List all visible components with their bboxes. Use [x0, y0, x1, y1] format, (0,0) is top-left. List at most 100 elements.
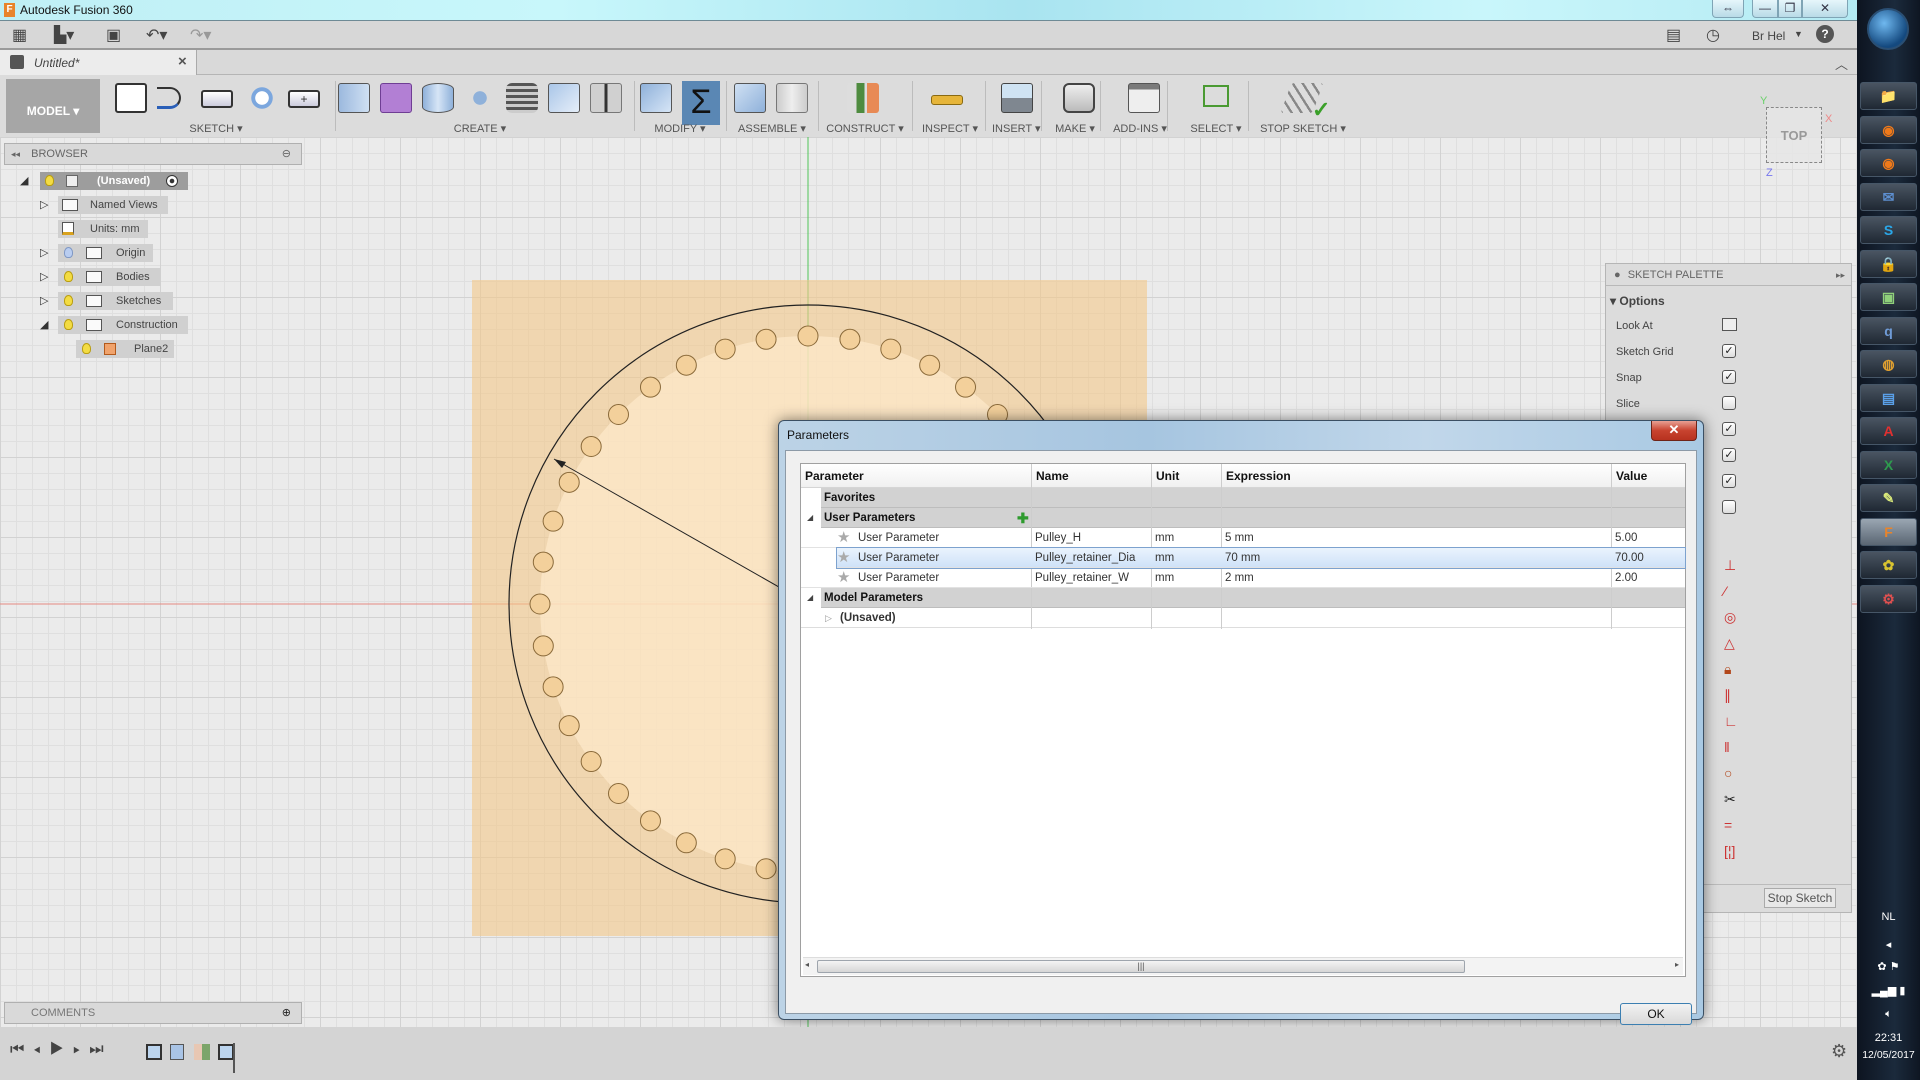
power-icon[interactable]: ▮	[1899, 985, 1905, 997]
browser-item-sketches[interactable]: Sketches	[58, 292, 173, 310]
dialog-close-button[interactable]: ✕	[1651, 421, 1697, 441]
maximize-button[interactable]: ❐	[1778, 0, 1802, 18]
user-menu[interactable]: Br Hel	[1752, 29, 1785, 43]
insert-image-icon[interactable]	[1001, 83, 1033, 113]
mirror-icon[interactable]	[590, 83, 622, 113]
option-checkbox-7[interactable]: ✓	[1722, 474, 1736, 488]
option-checkbox-6[interactable]: ✓	[1722, 448, 1736, 462]
collapsed-triangle-icon[interactable]: ▷	[825, 608, 832, 628]
toolbar-group-stop-sketch[interactable]: STOP SKETCH ▾	[1258, 122, 1348, 135]
scripts-addins-icon[interactable]	[1128, 83, 1160, 113]
play-icon[interactable]: ▶	[50, 1041, 73, 1058]
horizontal-scrollbar[interactable]: ◂ ||| ▸	[803, 957, 1683, 975]
timeline-plane-feature-icon[interactable]	[194, 1044, 210, 1060]
press-pull-icon[interactable]	[640, 83, 672, 113]
group-row-model-parameters[interactable]: ◢ Model Parameters	[801, 588, 1685, 608]
expanded-triangle-icon[interactable]: ◢	[40, 318, 48, 331]
pattern-icon[interactable]	[464, 83, 496, 113]
favorite-star-icon[interactable]: ★	[837, 568, 850, 588]
collapse-browser-icon[interactable]: ◂◂	[11, 149, 20, 159]
close-window-button[interactable]: ✕	[1802, 0, 1848, 18]
tangent-icon[interactable]: ○	[1724, 760, 1744, 786]
document-tab[interactable]: Untitled* ×	[0, 50, 197, 75]
show-hidden-icons[interactable]: ◂	[1857, 938, 1920, 951]
fix-lock-icon[interactable]: 🔒︎	[1724, 656, 1744, 682]
toolbar-group-add-ins[interactable]: ADD-INS ▾	[1112, 122, 1168, 135]
user-parameter-row[interactable]: ★ User Parameter Pulley_retainer_W mm 2 mm 2.…	[801, 568, 1685, 588]
collapsed-triangle-icon[interactable]: ▷	[40, 270, 48, 283]
add-user-parameter-icon[interactable]: ✚	[1017, 508, 1029, 528]
collinear-icon[interactable]: ⁄	[1724, 578, 1744, 604]
favorite-star-icon[interactable]: ★	[837, 528, 850, 548]
timeline-extrude-feature-icon[interactable]	[170, 1044, 184, 1060]
browser-pin-icon[interactable]: ⊖	[282, 144, 291, 164]
start-button[interactable]	[1867, 8, 1909, 50]
workspace-switcher[interactable]: MODEL ▾	[6, 79, 100, 133]
scroll-left-arrow-icon[interactable]: ◂	[805, 960, 809, 969]
line-icon[interactable]	[157, 87, 181, 109]
collapse-toolbar-chevron-icon[interactable]: ︿	[1835, 54, 1848, 73]
timeline-sketch-feature-icon[interactable]	[218, 1044, 234, 1060]
step-forward-icon[interactable]: ▸	[73, 1041, 89, 1058]
column-header-value[interactable]: Value	[1611, 464, 1685, 488]
browser-item-bodies[interactable]: Bodies	[58, 268, 161, 286]
comments-panel-header[interactable]: COMMENTS ⊕	[4, 1002, 302, 1024]
scroll-right-arrow-icon[interactable]: ▸	[1675, 960, 1679, 969]
create-sketch-icon[interactable]	[115, 83, 147, 113]
column-header-unit[interactable]: Unit	[1151, 464, 1221, 488]
clock-time[interactable]: 22:31	[1857, 1032, 1920, 1044]
taskbar-skype-icon[interactable]: S	[1860, 216, 1917, 244]
rectangle-icon[interactable]	[201, 90, 233, 108]
viewcube[interactable]: TOP	[1766, 107, 1822, 163]
circle-icon[interactable]	[246, 83, 278, 113]
column-header-expression[interactable]: Expression	[1221, 464, 1611, 488]
visibility-bulb-icon[interactable]	[82, 343, 91, 354]
measure-ruler-icon[interactable]	[931, 95, 963, 105]
toolbar-group-assemble[interactable]: ASSEMBLE ▾	[732, 122, 812, 135]
expanded-triangle-icon[interactable]: ◢	[807, 508, 813, 528]
parameters-sigma-icon[interactable]: Σ	[682, 81, 720, 125]
user-parameter-row[interactable]: ★ User Parameter Pulley_H mm 5 mm 5.00	[801, 528, 1685, 548]
symmetry-icon[interactable]: [¦]	[1724, 838, 1744, 864]
save-icon[interactable]: ▣	[106, 26, 121, 46]
taskbar-thunderbird-icon[interactable]: ✉	[1860, 182, 1917, 211]
group-row-user-parameters[interactable]: ◢ User Parameters ✚	[801, 508, 1685, 528]
new-component-icon[interactable]	[734, 83, 766, 113]
create-form-icon[interactable]	[380, 83, 412, 113]
user-menu-chevron-icon[interactable]: ▼	[1794, 29, 1803, 39]
extrude-icon[interactable]	[338, 83, 370, 113]
3d-print-icon[interactable]	[1063, 83, 1095, 113]
visibility-bulb-icon[interactable]	[45, 175, 54, 186]
browser-item-origin[interactable]: Origin	[58, 244, 153, 262]
expanded-triangle-icon[interactable]: ◢	[20, 174, 28, 187]
taskbar-firefox-icon[interactable]: ◉	[1860, 149, 1917, 177]
coil-icon[interactable]	[506, 83, 538, 113]
action-center-flag-icon[interactable]: ⚑	[1890, 961, 1900, 973]
taskbar-firefox-icon[interactable]: ◉	[1860, 115, 1917, 144]
go-to-end-icon[interactable]: ⏭	[89, 1041, 112, 1058]
hole-icon[interactable]	[548, 83, 580, 113]
file-menu-icon[interactable]: ▙▾	[54, 26, 74, 46]
restore-horizontal-button[interactable]: ⇔	[1712, 0, 1744, 18]
taskbar-monitor-icon[interactable]: ▣	[1860, 283, 1917, 311]
taskbar-speedfan-icon[interactable]: ⚙	[1860, 584, 1917, 613]
comment-icon[interactable]: ▤	[1666, 26, 1681, 46]
help-icon[interactable]: ?	[1816, 25, 1834, 43]
timeline-sketch-feature-icon[interactable]	[146, 1044, 162, 1060]
undo-icon[interactable]: ↶▾	[146, 26, 167, 46]
browser-item-plane2[interactable]: Plane2	[76, 340, 174, 358]
browser-item-named-views[interactable]: Named Views	[58, 196, 168, 214]
visibility-bulb-icon[interactable]	[64, 319, 73, 330]
equal-icon[interactable]: =	[1724, 812, 1744, 838]
redo-icon[interactable]: ↷▾	[190, 26, 211, 46]
cylinder-icon[interactable]	[422, 83, 454, 113]
option-checkbox-8[interactable]	[1722, 500, 1736, 514]
snap-checkbox[interactable]: ✓	[1722, 370, 1736, 384]
toolbar-group-create[interactable]: CREATE ▾	[445, 122, 515, 135]
taskbar-keepass-icon[interactable]: 🔒	[1860, 249, 1917, 278]
taskbar-fusion360-icon[interactable]: F	[1860, 517, 1917, 546]
taskbar-notepad-icon[interactable]: ✎	[1860, 484, 1917, 512]
favorite-star-icon[interactable]: ★	[837, 548, 850, 568]
browser-item-construction[interactable]: Construction	[58, 316, 188, 334]
sketch-palette-header[interactable]: ● SKETCH PALETTE ▸▸	[1606, 264, 1851, 286]
